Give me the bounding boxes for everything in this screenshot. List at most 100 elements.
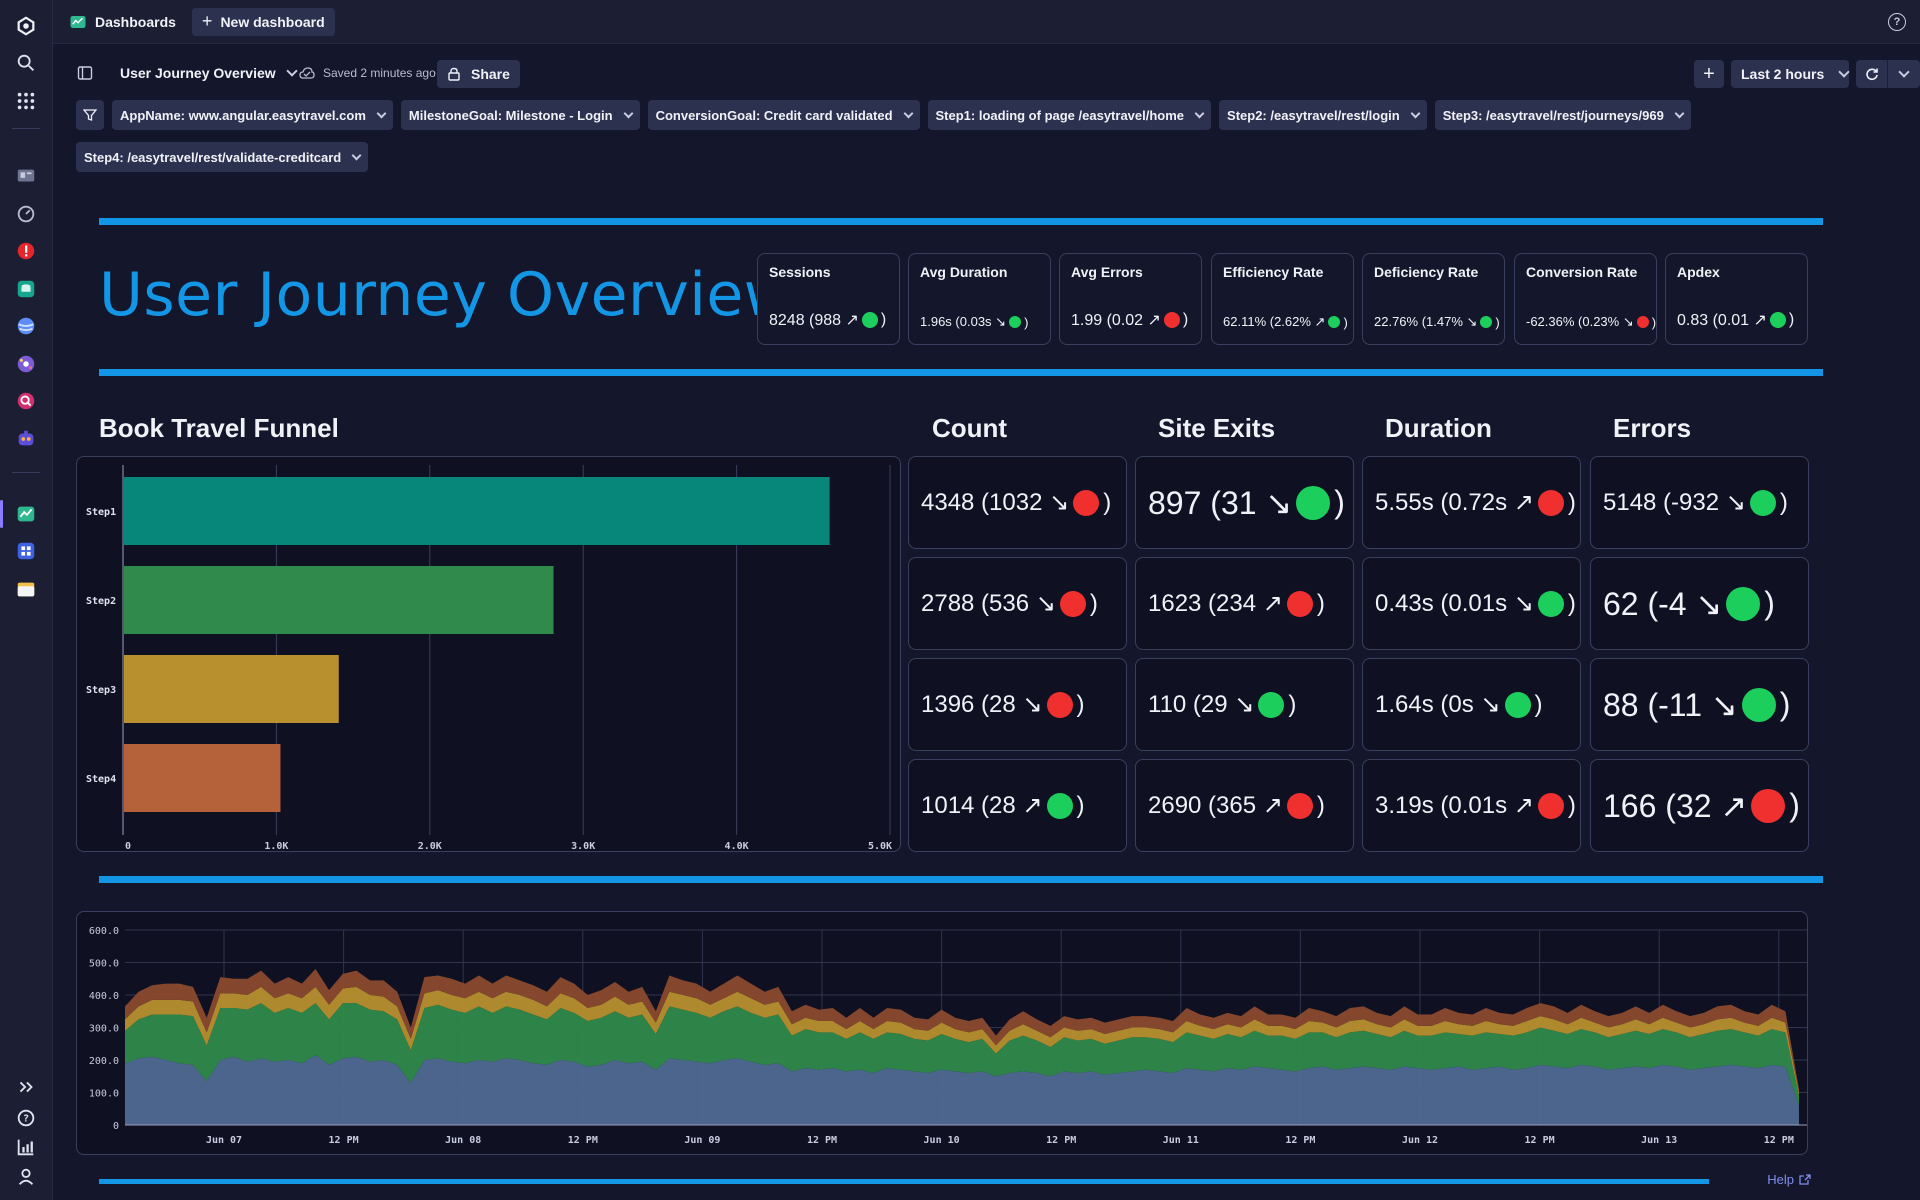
chevron-down-icon bbox=[376, 108, 387, 118]
kpi-label: Deficiency Rate bbox=[1374, 264, 1479, 280]
filter-chip-step3[interactable]: Step3: /easytravel/rest/journeys/969 bbox=[1434, 100, 1691, 130]
new-dashboard-label: New dashboard bbox=[220, 13, 325, 30]
metric-tile-errors[interactable]: 166 (32 ↗) bbox=[1590, 759, 1809, 852]
kpi-card[interactable]: Sessions 8248 (988 ↗) bbox=[757, 253, 900, 345]
share-button[interactable]: Share bbox=[437, 60, 520, 88]
funnel-bar[interactable] bbox=[124, 566, 554, 634]
kpi-card[interactable]: Apdex 0.83 (0.01 ↗) bbox=[1665, 253, 1808, 345]
expand-sidebar-icon[interactable] bbox=[13, 1074, 39, 1100]
filter-chip-step2[interactable]: Step2: /easytravel/rest/login bbox=[1219, 100, 1427, 130]
metric-value-close: ) bbox=[1779, 488, 1788, 516]
breadcrumb-label: Dashboards bbox=[95, 13, 176, 30]
funnel-heading: Book Travel Funnel bbox=[99, 413, 339, 443]
chevron-down-icon bbox=[1674, 108, 1685, 118]
new-dashboard-button[interactable]: + New dashboard bbox=[191, 7, 335, 36]
metric-tile-site-exits[interactable]: 1623 (234 ↗) bbox=[1135, 557, 1354, 650]
globe-app-icon[interactable] bbox=[13, 313, 39, 339]
kpi-value-text: 1.96s (0.03s ↘ bbox=[920, 314, 1007, 329]
metric-tile-errors[interactable]: 88 (-11 ↘) bbox=[1590, 658, 1809, 751]
kpi-value-close: ) bbox=[1182, 311, 1189, 328]
help-circle-icon[interactable]: ? bbox=[1888, 13, 1906, 31]
status-dot-icon bbox=[1009, 316, 1022, 328]
metric-value-close: ) bbox=[1764, 585, 1775, 621]
search-icon[interactable] bbox=[13, 50, 39, 76]
metric-tile-count[interactable]: 4348 (1032 ↘) bbox=[908, 456, 1127, 549]
breadcrumb[interactable]: Dashboards bbox=[69, 13, 176, 31]
filter-chip-step4[interactable]: Step4: /easytravel/rest/validate-creditc… bbox=[76, 142, 369, 172]
filter-chip-appname[interactable]: AppName: www.angular.easytravel.com bbox=[112, 100, 393, 130]
metric-tile-site-exits[interactable]: 897 (31 ↘) bbox=[1135, 456, 1354, 549]
refresh-icon bbox=[1865, 68, 1878, 81]
metric-tile-count[interactable]: 2788 (536 ↘) bbox=[908, 557, 1127, 650]
kpi-value-close: ) bbox=[1024, 314, 1029, 330]
session-app-icon[interactable] bbox=[13, 388, 39, 414]
metric-tile-errors[interactable]: 62 (-4 ↘) bbox=[1590, 557, 1809, 650]
kpi-value-text: 22.76% (1.47% ↘ bbox=[1374, 314, 1478, 329]
dashboard-name: User Journey Overview bbox=[120, 65, 276, 81]
y-category-label: Step2 bbox=[86, 596, 116, 607]
funnel-bar[interactable] bbox=[124, 477, 830, 545]
clock-app-icon[interactable] bbox=[13, 201, 39, 227]
network-app-icon[interactable] bbox=[13, 351, 39, 377]
kpi-label: Apdex bbox=[1677, 264, 1720, 280]
infrastructure-app-icon[interactable] bbox=[13, 163, 39, 189]
funnel-chart[interactable]: 0 1.0K 2.0K 3.0K 4.0K 5.0K Step1 Step2 Step3 Step… bbox=[77, 457, 902, 853]
x-tick-label: Jun 10 bbox=[924, 1135, 960, 1146]
metric-value: 1014 (28 ↗ bbox=[921, 792, 1043, 819]
metric-tile-duration[interactable]: 0.43s (0.01s ↘) bbox=[1362, 557, 1581, 650]
metric-value: 5148 (-932 ↘ bbox=[1603, 489, 1746, 516]
status-dot-icon bbox=[1296, 485, 1331, 520]
metric-tile-errors[interactable]: 5148 (-932 ↘) bbox=[1590, 456, 1809, 549]
kpi-card[interactable]: Efficiency Rate 62.11% (2.62% ↗) bbox=[1211, 253, 1354, 345]
help-icon[interactable]: ? bbox=[13, 1105, 39, 1131]
kpi-label: Sessions bbox=[769, 264, 831, 280]
funnel-chart-card: 0 1.0K 2.0K 3.0K 4.0K 5.0K Step1 Step2 Step3 Step… bbox=[76, 456, 901, 852]
filter-chip-label: Step1: loading of page /easytravel/home bbox=[935, 107, 1185, 123]
documents-app-icon[interactable] bbox=[13, 576, 39, 602]
database-app-icon[interactable] bbox=[13, 276, 39, 302]
user-icon[interactable] bbox=[13, 1164, 39, 1190]
plus-icon: + bbox=[1703, 62, 1715, 85]
kpi-card[interactable]: Deficiency Rate 22.76% (1.47% ↘) bbox=[1362, 253, 1505, 345]
metric-tile-count[interactable]: 1396 (28 ↘) bbox=[908, 658, 1127, 751]
sidebar-divider bbox=[12, 472, 40, 473]
x-tick-label: 1.0K bbox=[264, 841, 288, 852]
dashboards-app-icon[interactable] bbox=[13, 501, 39, 527]
chart-icon[interactable] bbox=[13, 1134, 39, 1160]
funnel-bar[interactable] bbox=[124, 655, 339, 723]
metric-value: 5.55s (0.72s ↗ bbox=[1375, 489, 1534, 516]
site-exits-heading: Site Exits bbox=[1158, 413, 1276, 443]
metric-tile-duration[interactable]: 3.19s (0.01s ↗) bbox=[1362, 759, 1581, 852]
metric-tile-site-exits[interactable]: 110 (29 ↘) bbox=[1135, 658, 1354, 751]
problems-app-icon[interactable] bbox=[13, 238, 39, 264]
filter-chip-label: MilestoneGoal: Milestone - Login bbox=[408, 107, 613, 123]
stacked-area-chart[interactable]: 0 100.0 200.0 300.0 400.0 500.0 600.0 Jun 07 12 … bbox=[77, 912, 1809, 1156]
refresh-button[interactable] bbox=[1856, 60, 1888, 88]
kpi-card[interactable]: Avg Duration 1.96s (0.03s ↘) bbox=[908, 253, 1051, 345]
filter-chip-step1[interactable]: Step1: loading of page /easytravel/home bbox=[927, 100, 1212, 130]
help-link[interactable]: Help bbox=[1767, 1172, 1812, 1187]
kpi-card[interactable]: Conversion Rate -62.36% (0.23% ↘) bbox=[1514, 253, 1657, 345]
kpi-card[interactable]: Avg Errors 1.99 (0.02 ↗) bbox=[1059, 253, 1202, 345]
filter-button[interactable] bbox=[76, 100, 104, 130]
refresh-options-dropdown[interactable] bbox=[1888, 60, 1920, 88]
dynatrace-logo-icon[interactable] bbox=[13, 13, 39, 39]
metric-tile-duration[interactable]: 1.64s (0s ↘) bbox=[1362, 658, 1581, 751]
metric-tile-duration[interactable]: 5.55s (0.72s ↗) bbox=[1362, 456, 1581, 549]
sidebar-toggle-icon[interactable] bbox=[77, 65, 93, 81]
metric-value-close: ) bbox=[1567, 488, 1576, 516]
apps-grid-icon[interactable] bbox=[13, 88, 39, 114]
funnel-bar[interactable] bbox=[124, 744, 281, 812]
x-tick-label: 12 PM bbox=[1764, 1135, 1794, 1146]
filter-chip-conversion[interactable]: ConversionGoal: Credit card validated bbox=[647, 100, 920, 130]
metric-value-close: ) bbox=[1103, 488, 1112, 516]
dashboards-logo-icon bbox=[70, 15, 86, 28]
timeframe-selector[interactable]: Last 2 hours bbox=[1731, 60, 1850, 88]
metric-tile-site-exits[interactable]: 2690 (365 ↗) bbox=[1135, 759, 1354, 852]
dashboard-name-dropdown[interactable]: User Journey Overview bbox=[120, 65, 298, 81]
add-tile-button[interactable]: + bbox=[1694, 60, 1724, 88]
ai-app-icon[interactable] bbox=[13, 426, 39, 452]
notebooks-app-icon[interactable] bbox=[13, 538, 39, 564]
filter-chip-milestone[interactable]: MilestoneGoal: Milestone - Login bbox=[400, 100, 640, 130]
metric-tile-count[interactable]: 1014 (28 ↗) bbox=[908, 759, 1127, 852]
